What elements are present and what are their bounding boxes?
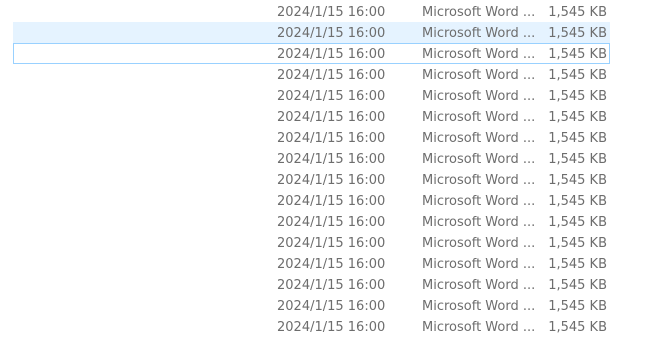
file-size: 1,545 KB [548,194,607,209]
file-row[interactable]: 测试 (4).docx 2024/1/15 16:00 Microsoft Wo… [13,64,610,85]
file-size: 1,545 KB [548,5,607,20]
file-type: Microsoft Word ... [422,278,534,293]
file-size: 1,545 KB [548,173,607,188]
file-row[interactable]: 测试 (5).docx 2024/1/15 16:00 Microsoft Wo… [13,85,610,106]
file-size: 1,545 KB [548,26,607,41]
file-row[interactable]: 测试 (10).docx 2024/1/15 16:00 Microsoft W… [13,190,610,211]
file-size: 1,545 KB [548,320,607,335]
file-row[interactable]: 测试 (9).docx 2024/1/15 16:00 Microsoft Wo… [13,169,610,190]
file-type: Microsoft Word ... [422,68,534,83]
file-type: Microsoft Word ... [422,26,534,41]
file-size: 1,545 KB [548,152,607,167]
file-row[interactable]: 测试 (7).docx 2024/1/15 16:00 Microsoft Wo… [13,127,610,148]
file-size: 1,545 KB [548,215,607,230]
file-size: 1,545 KB [548,68,607,83]
file-row[interactable]: 测试 (14).docx 2024/1/15 16:00 Microsoft W… [13,274,610,295]
date-modified: 2024/1/15 16:00 [277,173,386,188]
file-row[interactable]: 测试 (16).docx 2024/1/15 16:00 Microsoft W… [13,316,610,337]
file-row[interactable]: 测试 (12).docx 2024/1/15 16:00 Microsoft W… [13,232,610,253]
file-type: Microsoft Word ... [422,236,534,251]
file-type: Microsoft Word ... [422,299,534,314]
file-type: Microsoft Word ... [422,173,534,188]
date-modified: 2024/1/15 16:00 [277,194,386,209]
file-type: Microsoft Word ... [422,194,534,209]
date-modified: 2024/1/15 16:00 [277,320,386,335]
file-type: Microsoft Word ... [422,5,534,20]
file-size: 1,545 KB [548,257,607,272]
file-type: Microsoft Word ... [422,152,534,167]
file-size: 1,545 KB [548,236,607,251]
file-size: 1,545 KB [548,299,607,314]
file-type: Microsoft Word ... [422,215,534,230]
file-row[interactable]: 测试 (13).docx 2024/1/15 16:00 Microsoft W… [13,253,610,274]
file-type: Microsoft Word ... [422,89,534,104]
date-modified: 2024/1/15 16:00 [277,278,386,293]
file-size: 1,545 KB [548,89,607,104]
file-type: Microsoft Word ... [422,47,534,62]
file-size: 1,545 KB [548,110,607,125]
file-type: Microsoft Word ... [422,110,534,125]
file-type: Microsoft Word ... [422,320,534,335]
file-list: 测试 (1).docx 2024/1/15 16:00 Microsoft Wo… [0,1,656,337]
file-type: Microsoft Word ... [422,257,534,272]
file-type: Microsoft Word ... [422,131,534,146]
file-row[interactable]: 测试 (6).docx 2024/1/15 16:00 Microsoft Wo… [13,106,610,127]
file-size: 1,545 KB [548,278,607,293]
file-row[interactable]: 测试 (15).docx 2024/1/15 16:00 Microsoft W… [13,295,610,316]
date-modified: 2024/1/15 16:00 [277,131,386,146]
date-modified: 2024/1/15 16:00 [277,236,386,251]
date-modified: 2024/1/15 16:00 [277,257,386,272]
date-modified: 2024/1/15 16:00 [277,26,386,41]
date-modified: 2024/1/15 16:00 [277,152,386,167]
file-row[interactable]: 测试 (1).docx 2024/1/15 16:00 Microsoft Wo… [13,1,610,22]
date-modified: 2024/1/15 16:00 [277,89,386,104]
date-modified: 2024/1/15 16:00 [277,215,386,230]
date-modified: 2024/1/15 16:00 [277,47,386,62]
date-modified: 2024/1/15 16:00 [277,110,386,125]
file-size: 1,545 KB [548,131,607,146]
file-row[interactable]: 测试 (3).docx 2024/1/15 16:00 Microsoft Wo… [13,43,610,64]
file-row[interactable]: 测试 (2).docx 2024/1/15 16:00 Microsoft Wo… [13,22,610,43]
file-row[interactable]: 测试 (8).docx 2024/1/15 16:00 Microsoft Wo… [13,148,610,169]
file-row[interactable]: 测试 (11).docx 2024/1/15 16:00 Microsoft W… [13,211,610,232]
file-size: 1,545 KB [548,47,607,62]
date-modified: 2024/1/15 16:00 [277,5,386,20]
date-modified: 2024/1/15 16:00 [277,299,386,314]
date-modified: 2024/1/15 16:00 [277,68,386,83]
